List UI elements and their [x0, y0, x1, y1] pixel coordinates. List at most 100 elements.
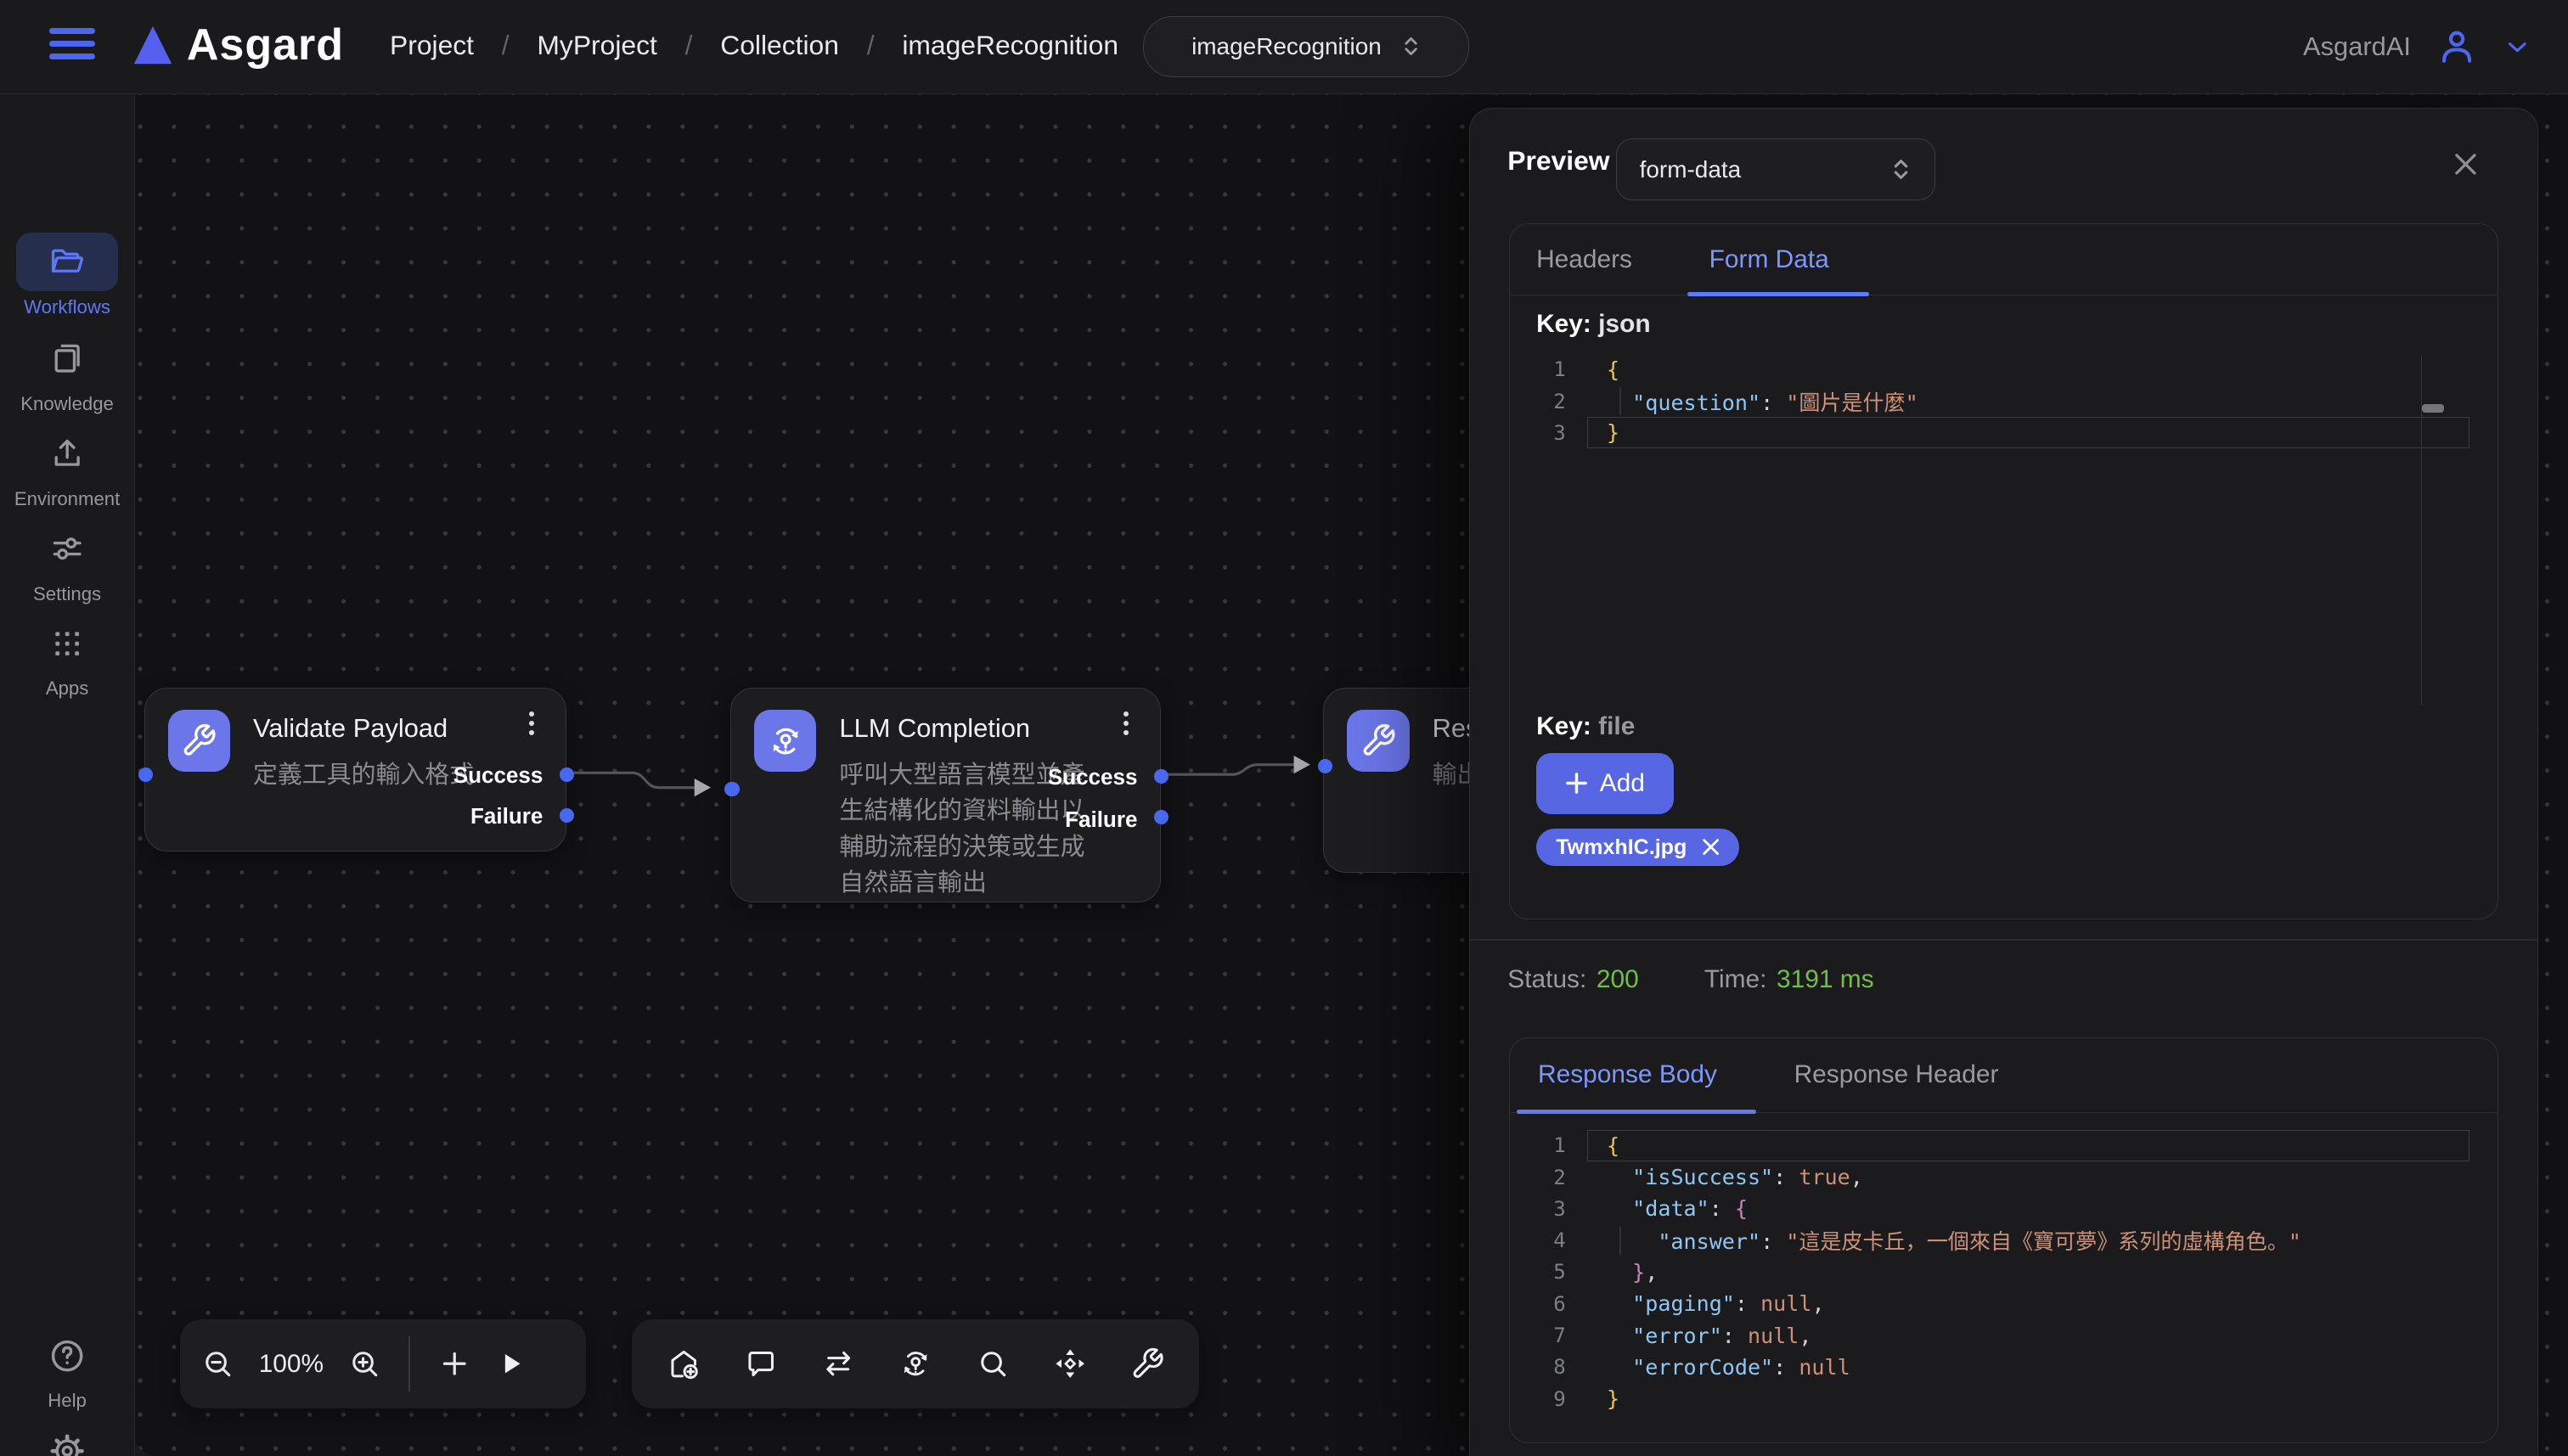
key-file-label: Key: file	[1536, 712, 1635, 741]
plus-icon	[1565, 772, 1588, 795]
swap-arrows-button[interactable]	[810, 1331, 866, 1397]
move-handles-button[interactable]	[1042, 1331, 1098, 1397]
breadcrumb-imagerecognition[interactable]: imageRecognition	[902, 30, 1118, 61]
sidebar-item-help[interactable]: Help	[0, 1326, 134, 1412]
request-json-editor[interactable]: 1{2 "question": "圖片是什麼"3}	[1536, 354, 2471, 708]
port-label-failure: Failure	[470, 803, 543, 829]
code-line: 6 "paging": null,	[1536, 1288, 2471, 1319]
code-line: 5 },	[1536, 1256, 2471, 1288]
preview-panel: Preview form-data Headers Form Data Key:…	[1469, 108, 2538, 1455]
node-llm-completion[interactable]: LLM Completion 呼叫大型語言模型並產生結構化的資料輸出以輔助流程的…	[730, 688, 1161, 902]
select-chevrons-icon	[1890, 157, 1912, 182]
output-port-success[interactable]	[1154, 769, 1169, 784]
user-icon	[2436, 25, 2478, 68]
zoom-in-button[interactable]	[337, 1331, 393, 1397]
toolbar-divider	[408, 1336, 410, 1392]
node-validate-payload[interactable]: Validate Payload 定義工具的輸入格式 Success Failu…	[144, 688, 567, 852]
active-tab-underline	[1517, 1110, 1756, 1114]
upload-icon	[16, 424, 118, 482]
breadcrumb-collection[interactable]: Collection	[720, 30, 839, 61]
tab-response-header[interactable]: Response Header	[1794, 1060, 1999, 1089]
tab-headers[interactable]: Headers	[1536, 245, 1632, 274]
input-port[interactable]	[1318, 759, 1332, 773]
close-icon[interactable]	[2453, 151, 2479, 177]
add-node-button[interactable]	[656, 1331, 712, 1397]
app-window: Validate Payload 定義工具的輸入格式 Success Failu…	[0, 0, 2568, 1456]
remove-file-icon[interactable]	[1702, 838, 1720, 856]
tools-toolbar	[632, 1319, 1198, 1408]
add-button[interactable]	[427, 1331, 483, 1397]
panel-divider	[1470, 939, 2537, 941]
output-port-failure[interactable]	[560, 808, 574, 823]
node-title: LLM Completion	[839, 713, 1030, 744]
node-menu-button[interactable]	[520, 711, 543, 745]
workflow-select-value: imageRecognition	[1191, 33, 1382, 60]
sidebar-item-workflows[interactable]: Workflows	[0, 233, 134, 318]
input-port[interactable]	[724, 782, 739, 796]
node-description: 定義工具的輸入格式	[253, 757, 474, 793]
sidebar-item-settings[interactable]: Settings	[0, 519, 134, 604]
sidebar-item-workspace[interactable]: Workspace	[0, 1421, 134, 1456]
tab-form-data[interactable]: Form Data	[1709, 245, 1829, 274]
output-port-success[interactable]	[560, 767, 574, 782]
sidebar-item-apps[interactable]: Apps	[0, 614, 134, 700]
select-chevrons-icon	[1401, 35, 1421, 58]
zoom-out-button[interactable]	[190, 1331, 246, 1397]
time-value: 3191 ms	[1777, 965, 1874, 993]
code-line: 4 "answer": "這是皮卡丘，一個來自《寶可夢》系列的虛構角色。"	[1536, 1225, 2471, 1256]
status-row: Status:200 Time:3191 ms	[1507, 965, 1873, 994]
code-line: 3 "data": {	[1536, 1193, 2471, 1224]
user-name: AsgardAI	[2303, 31, 2411, 62]
wrench-icon	[1347, 710, 1409, 772]
port-label-success: Success	[1048, 764, 1138, 790]
chevron-down-icon	[2503, 32, 2532, 62]
file-chip-name: TwmxhIC.jpg	[1556, 835, 1687, 860]
status-label: Status:	[1507, 965, 1586, 993]
code-line: 3}	[1536, 417, 2471, 448]
breadcrumb-myproject[interactable]: MyProject	[537, 30, 656, 61]
grid-dots-icon	[16, 614, 118, 672]
code-line: 1{	[1536, 354, 2471, 385]
form-data-section: Headers Form Data Key: json 1{2 "questio…	[1509, 223, 2498, 919]
add-file-button[interactable]: Add	[1536, 753, 1674, 813]
hamburger-menu-icon[interactable]	[49, 28, 95, 65]
output-port-failure[interactable]	[1154, 810, 1169, 824]
brand-name: Asgard	[187, 20, 344, 70]
response-tabs: Response Body Response Header	[1510, 1038, 2498, 1113]
workflow-select[interactable]: imageRecognition	[1143, 16, 1469, 76]
active-tab-underline	[1687, 292, 1869, 296]
wrench-icon	[168, 710, 230, 772]
mode-select[interactable]: form-data	[1616, 138, 1935, 200]
response-body-editor[interactable]: 1{2 "isSuccess": true,3 "data": {4 "answ…	[1536, 1130, 2471, 1431]
llm-refresh-bulb-button[interactable]	[887, 1331, 943, 1397]
editor-scroll-thumb[interactable]	[2422, 404, 2443, 413]
left-sidebar: Workflows Knowledge Environment Settings…	[0, 93, 135, 1456]
wrench-button[interactable]	[1119, 1331, 1175, 1397]
code-line: 1{	[1536, 1130, 2471, 1161]
llm-refresh-bulb-icon	[754, 710, 816, 772]
input-port[interactable]	[138, 767, 153, 782]
breadcrumb: Project / MyProject / Collection / image…	[390, 30, 1118, 61]
search-button[interactable]	[965, 1331, 1021, 1397]
code-line: 8 "errorCode": null	[1536, 1352, 2471, 1383]
gear-icon	[16, 1421, 118, 1456]
port-label-failure: Failure	[1065, 807, 1137, 833]
file-chip[interactable]: TwmxhIC.jpg	[1536, 829, 1739, 866]
node-menu-button[interactable]	[1114, 711, 1137, 745]
sidebar-item-environment[interactable]: Environment	[0, 424, 134, 509]
request-tabs: Headers Form Data	[1510, 224, 2498, 295]
panel-title: Preview	[1507, 145, 1609, 177]
sidebar-item-knowledge[interactable]: Knowledge	[0, 329, 134, 415]
key-json-label: Key: json	[1536, 310, 1651, 339]
zoom-toolbar: 100%	[180, 1319, 586, 1408]
breadcrumb-project[interactable]: Project	[390, 30, 474, 61]
status-value: 200	[1597, 965, 1639, 993]
tab-response-body[interactable]: Response Body	[1538, 1060, 1717, 1089]
run-workflow-button[interactable]	[482, 1331, 538, 1397]
user-menu[interactable]: AsgardAI	[2303, 0, 2532, 93]
folder-open-icon	[16, 233, 118, 291]
book-icon	[16, 329, 118, 388]
response-section: Response Body Response Header 1{2 "isSuc…	[1509, 1037, 2498, 1443]
comment-button[interactable]	[733, 1331, 789, 1397]
port-label-success: Success	[453, 762, 543, 789]
